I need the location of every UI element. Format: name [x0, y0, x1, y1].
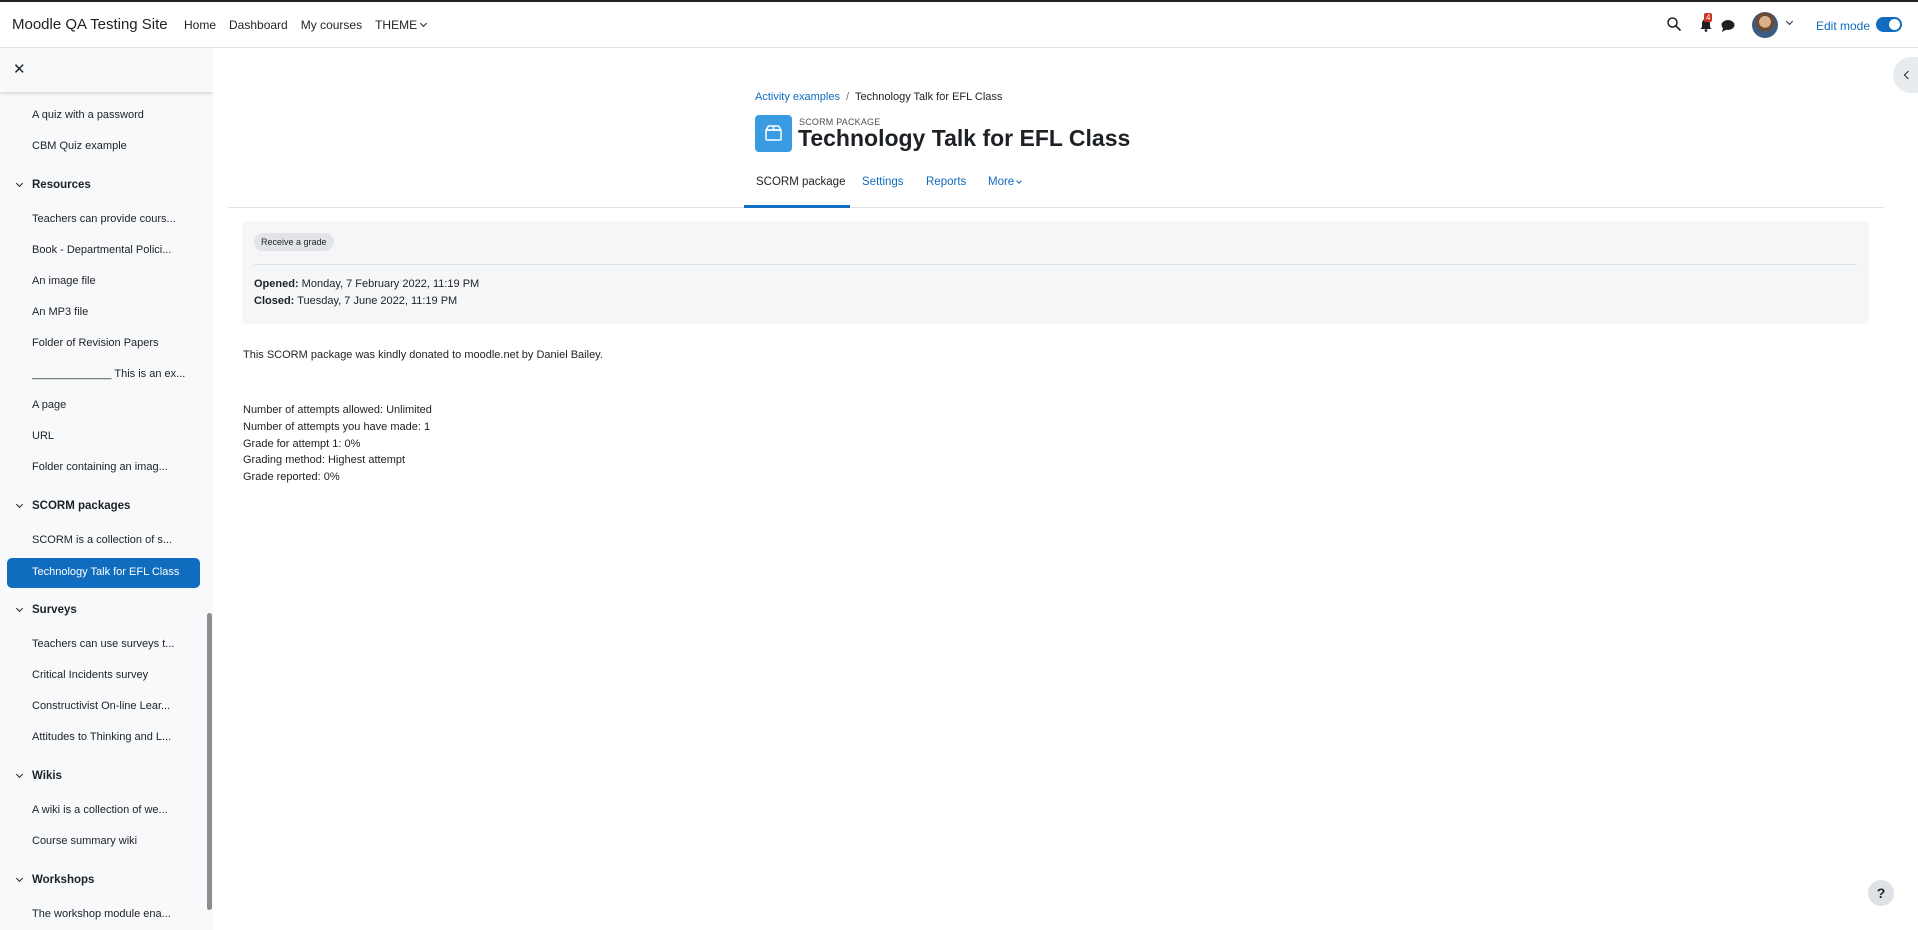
top-navbar: Moodle QA Testing Site Home Dashboard My… — [0, 0, 1918, 48]
active-tab-indicator — [744, 205, 850, 208]
nav-home[interactable]: Home — [184, 18, 216, 32]
section-title: Resources — [32, 179, 91, 191]
messages-icon[interactable] — [1720, 18, 1736, 34]
course-index-item[interactable]: Folder containing an imag... — [7, 454, 200, 482]
notification-count-badge: 4 — [1704, 13, 1713, 22]
section-title: Wikis — [32, 770, 62, 782]
chevron-left-icon — [1903, 70, 1913, 80]
close-drawer-icon[interactable]: ✕ — [13, 60, 26, 78]
attempts-made: Number of attempts you have made: 1 — [243, 420, 431, 433]
chevron-down-icon — [15, 179, 24, 188]
course-index-item[interactable]: Folder of Revision Papers — [7, 330, 200, 358]
section-title: Workshops — [32, 874, 95, 886]
course-index-item[interactable]: A wiki is a collection of we... — [7, 797, 200, 825]
course-index-section[interactable]: Workshops — [7, 868, 200, 892]
opened-value: Monday, 7 February 2022, 11:19 PM — [298, 278, 480, 290]
open-block-drawer-button[interactable] — [1893, 57, 1918, 93]
drawer-scrollbar[interactable] — [207, 613, 212, 910]
chevron-down-icon — [15, 874, 24, 883]
chevron-down-icon — [1016, 178, 1023, 184]
closed-value: Tuesday, 7 June 2022, 11:19 PM — [294, 295, 458, 307]
tab-settings[interactable]: Settings — [862, 176, 904, 188]
attempt-summary: Number of attempts allowed: Unlimited Nu… — [243, 402, 432, 486]
user-avatar[interactable] — [1752, 12, 1778, 38]
completion-condition-badge: Receive a grade — [254, 233, 334, 251]
user-menu-chevron-icon[interactable] — [1785, 17, 1794, 26]
section-title: Surveys — [32, 604, 77, 616]
course-index-item[interactable]: An MP3 file — [7, 299, 200, 327]
search-icon[interactable] — [1666, 16, 1682, 32]
course-index-item[interactable]: Teachers can use surveys t... — [7, 631, 200, 659]
course-index-item[interactable]: The workshop module ena... — [7, 901, 200, 929]
activity-description: This SCORM package was kindly donated to… — [243, 349, 603, 361]
course-index-item[interactable]: SCORM is a collection of s... — [7, 527, 200, 555]
course-index-item[interactable]: Technology Talk for EFL Class — [7, 558, 200, 588]
course-index-item[interactable]: Teachers can provide cours... — [7, 206, 200, 234]
closed-date: Closed: Tuesday, 7 June 2022, 11:19 PM — [254, 295, 457, 307]
edit-mode-label: Edit mode — [1816, 19, 1871, 33]
nav-dashboard[interactable]: Dashboard — [229, 18, 288, 32]
nav-theme[interactable]: THEME — [375, 18, 428, 32]
site-name[interactable]: Moodle QA Testing Site — [12, 16, 168, 33]
nav-theme-label: THEME — [375, 18, 418, 32]
package-box-icon — [765, 125, 782, 141]
primary-navigation: Home Dashboard My courses THEME — [184, 18, 428, 32]
course-index-section[interactable]: Surveys — [7, 598, 200, 622]
chevron-down-icon — [15, 604, 24, 613]
course-index-item[interactable]: A page — [7, 392, 200, 420]
nav-my-courses[interactable]: My courses — [301, 18, 362, 32]
closed-label: Closed: — [254, 295, 295, 307]
course-index-item[interactable]: An image file — [7, 268, 200, 296]
grade-reported: Grade reported: 0% — [243, 471, 340, 484]
chevron-down-icon — [15, 500, 24, 509]
tab-more-label: More — [988, 176, 1015, 188]
course-index-section[interactable]: SCORM packages — [7, 494, 200, 518]
course-index-item[interactable]: _____________ This is an ex... — [7, 361, 200, 389]
breadcrumb-parent[interactable]: Activity examples — [755, 91, 840, 103]
course-index-item[interactable]: CBM Quiz example — [7, 133, 200, 161]
chevron-down-icon — [15, 770, 24, 779]
section-title: SCORM packages — [32, 500, 131, 512]
course-index-item[interactable]: Constructivist On-line Lear... — [7, 693, 200, 721]
tab-reports[interactable]: Reports — [926, 176, 966, 188]
course-index-drawer: ✕ A quiz with a password CBM Quiz example… — [0, 48, 213, 930]
grading-method: Grading method: Highest attempt — [243, 454, 406, 467]
chevron-down-icon — [420, 19, 428, 28]
scorm-package-icon — [755, 115, 792, 152]
opened-label: Opened: — [254, 278, 299, 290]
tab-scorm-package[interactable]: SCORM package — [756, 176, 845, 188]
course-index-section[interactable]: Wikis — [7, 764, 200, 788]
course-index-item[interactable]: URL — [7, 423, 200, 451]
activity-information: Receive a grade Opened: Monday, 7 Februa… — [242, 221, 1869, 324]
course-index-item[interactable]: Attitudes to Thinking and L... — [7, 724, 200, 752]
secondary-navigation: SCORM package Settings Reports More — [228, 171, 1884, 208]
course-index-item[interactable]: Course summary wiki — [7, 828, 200, 856]
course-index-item[interactable]: Critical Incidents survey — [7, 662, 200, 690]
course-index-item[interactable]: A quiz with a password — [7, 102, 200, 130]
opened-date: Opened: Monday, 7 February 2022, 11:19 P… — [254, 278, 479, 290]
course-index-section[interactable]: Resources — [7, 173, 200, 197]
tab-more[interactable]: More — [988, 176, 1023, 188]
grade-for-attempt: Grade for attempt 1: 0% — [243, 437, 361, 450]
help-button[interactable]: ? — [1868, 880, 1894, 906]
attempts-allowed: Number of attempts allowed: Unlimited — [243, 404, 432, 416]
edit-mode-toggle[interactable] — [1876, 17, 1902, 32]
course-index-item[interactable]: Book - Departmental Polici... — [7, 237, 200, 265]
page-title: Technology Talk for EFL Class — [798, 125, 1131, 151]
breadcrumb: Activity examples / Technology Talk for EF… — [755, 91, 1003, 103]
breadcrumb-current: Technology Talk for EFL Class — [855, 91, 1003, 103]
divider — [254, 264, 1857, 265]
drawer-header: ✕ — [0, 48, 213, 92]
